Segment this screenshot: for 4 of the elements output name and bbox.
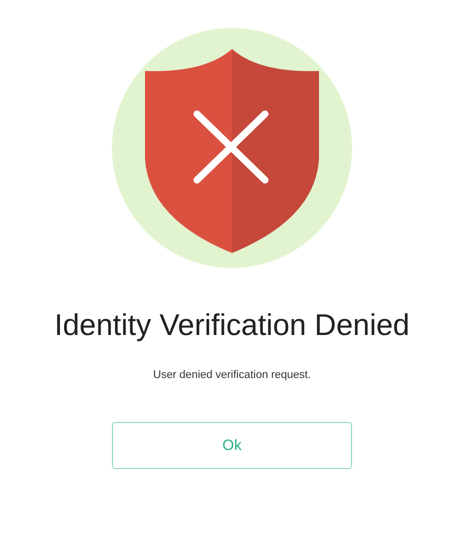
- shield-x-icon: [145, 49, 319, 253]
- ok-button[interactable]: Ok: [112, 422, 352, 469]
- message-text: User denied verification request.: [153, 368, 311, 382]
- dialog-title: Identity Verification Denied: [54, 308, 410, 344]
